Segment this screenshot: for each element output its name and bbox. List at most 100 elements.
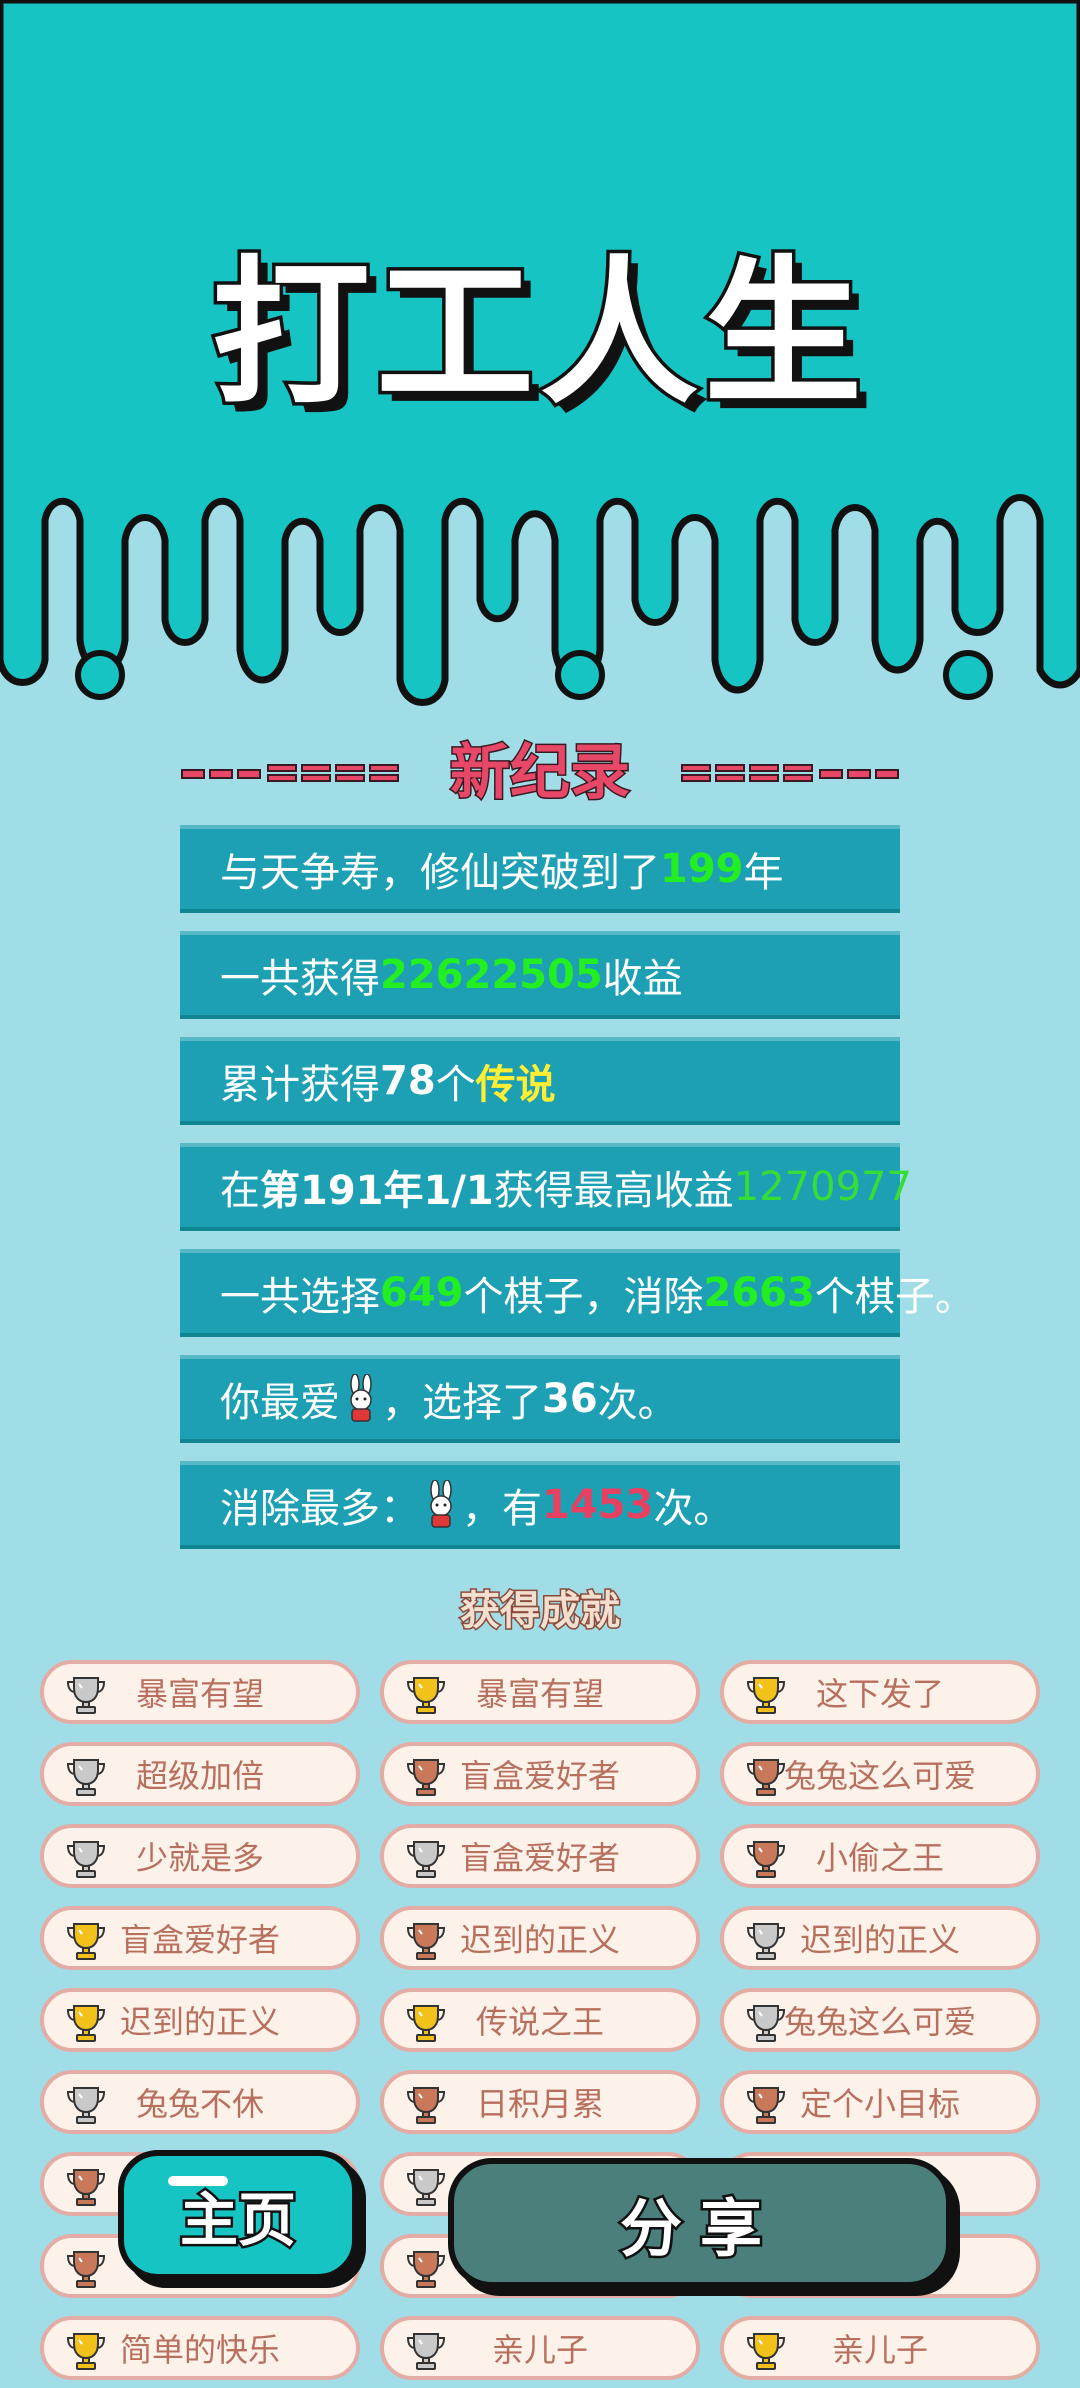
achievement-badge: 暴富有望	[40, 1660, 360, 1724]
achievement-badge: 兔兔这么可爱	[720, 1742, 1040, 1806]
record-value: 1453	[542, 1482, 654, 1528]
achievement-label: 亲儿子	[491, 2331, 588, 2369]
record-date: 第191年1/1	[260, 1168, 494, 1214]
record-text: 一共获得	[220, 956, 380, 1002]
trophy-icon	[746, 2087, 786, 2124]
record-row-income: 一共获得 22622505 收益	[180, 931, 900, 1019]
trophy-icon	[66, 1759, 106, 1796]
achievement-badge: 亲儿子	[720, 2316, 1040, 2380]
trophy-icon	[406, 1923, 446, 1960]
achievement-badge: 盲盒爱好者	[380, 1742, 700, 1806]
trophy-icon	[406, 2333, 446, 2370]
trophy-icon	[746, 1759, 786, 1796]
share-button[interactable]: 分享	[448, 2158, 952, 2288]
dash-decoration-right	[681, 763, 899, 782]
record-text: 个棋子，消除	[463, 1274, 704, 1320]
record-text: ，选择了	[382, 1380, 542, 1426]
achievement-label: 暴富有望	[135, 1675, 264, 1713]
trophy-icon	[746, 1923, 786, 1960]
achievement-badge: 盲盒爱好者	[380, 1824, 700, 1888]
achievement-label: 迟到的正义	[119, 2003, 280, 2041]
record-value-2: 2663	[703, 1270, 815, 1316]
record-value: 1270977	[733, 1164, 912, 1210]
trophy-icon	[406, 2087, 446, 2124]
trophy-icon	[406, 2169, 446, 2206]
achievement-label: 盲盒爱好者	[459, 1757, 620, 1795]
record-text: 个	[435, 1062, 476, 1108]
achievement-badge: 盲盒爱好者	[40, 1906, 360, 1970]
achievement-badge: 迟到的正义	[40, 1988, 360, 2052]
achievement-badge: 少就是多	[40, 1824, 360, 1888]
record-text: 累计获得	[220, 1062, 380, 1108]
achievement-badge: 兔兔这么可爱	[720, 1988, 1040, 2052]
trophy-icon	[66, 1923, 106, 1960]
achievement-label: 日积月累	[475, 2085, 604, 2123]
record-row-lifespan: 与天争寿，修仙突破到了 199 年	[180, 825, 900, 913]
record-text: ，有	[462, 1486, 542, 1532]
trophy-icon	[746, 1841, 786, 1878]
share-button-label: 分享	[617, 2190, 780, 2268]
button-shine	[168, 2176, 228, 2186]
bunny-icon	[350, 1374, 372, 1422]
achievement-badge: 亲儿子	[380, 2316, 700, 2380]
achievement-label: 盲盒爱好者	[119, 1921, 280, 1959]
achievement-label: 少就是多	[135, 1839, 264, 1877]
achievement-label: 迟到的正义	[799, 1921, 960, 1959]
record-text: 次。	[597, 1380, 678, 1426]
trophy-icon	[746, 1677, 786, 1714]
record-text: 获得最高收益	[493, 1168, 734, 1214]
trophy-icon	[406, 2251, 446, 2288]
achievement-label: 兔兔不休	[135, 2085, 264, 2123]
record-value: 78	[380, 1058, 436, 1104]
record-list: 与天争寿，修仙突破到了 199 年 一共获得 22622505 收益 累计获得 78 个传说…	[180, 825, 975, 1567]
achievements-title: 获得成就	[459, 1587, 622, 1636]
record-value: 36	[542, 1376, 598, 1422]
achievement-badge: 兔兔不休	[40, 2070, 360, 2134]
trophy-icon	[406, 2005, 446, 2042]
achievement-badge: 传说之王	[380, 1988, 700, 2052]
achievement-label: 超级加倍	[135, 1757, 264, 1795]
trophy-icon	[406, 1677, 446, 1714]
record-text: 一共选择	[220, 1274, 380, 1320]
record-row-top-income: 在 第191年1/1 获得最高收益 1270977	[180, 1143, 912, 1231]
achievement-label: 亲儿子	[831, 2331, 928, 2369]
trophy-icon	[406, 1759, 446, 1796]
trophy-icon	[66, 1841, 106, 1878]
record-value: 22622505	[380, 952, 603, 998]
achievement-badge: 日积月累	[380, 2070, 700, 2134]
record-row-favorite: 你最爱 ，选择了 36 次。	[180, 1355, 900, 1443]
achievement-badge: 超级加倍	[40, 1742, 360, 1806]
trophy-icon	[66, 2251, 106, 2288]
record-value: 649	[380, 1270, 464, 1316]
new-record-title: 新纪录	[449, 737, 632, 808]
record-row-legend: 累计获得 78 个传说	[180, 1037, 900, 1125]
record-text: 次。	[653, 1486, 734, 1532]
record-text: 在	[220, 1168, 260, 1214]
home-button[interactable]: 主页	[118, 2150, 358, 2280]
achievement-badge: 这下发了	[720, 1660, 1040, 1724]
bunny-icon	[430, 1480, 452, 1528]
app-title: 打工人生	[209, 242, 868, 426]
achievement-badge: 简单的快乐	[40, 2316, 360, 2380]
achievement-label: 兔兔这么可爱	[783, 2003, 976, 2041]
achievement-badge: 小偷之王	[720, 1824, 1040, 1888]
achievement-label: 兔兔这么可爱	[783, 1757, 976, 1795]
trophy-icon	[746, 2005, 786, 2042]
achievement-label: 小偷之王	[815, 1839, 944, 1877]
achievement-badge: 定个小目标	[720, 2070, 1040, 2134]
achievement-label: 定个小目标	[799, 2085, 960, 2123]
achievement-badge: 迟到的正义	[720, 1906, 1040, 1970]
new-record-header: 新纪录	[180, 735, 900, 810]
record-row-most-eliminated: 消除最多： ，有 1453 次。	[180, 1461, 900, 1549]
dash-decoration-left	[181, 763, 399, 782]
record-text: 收益	[602, 956, 683, 1002]
record-text: 与天争寿，修仙突破到了	[220, 850, 660, 896]
achievement-badge: 迟到的正义	[380, 1906, 700, 1970]
achievement-label: 暴富有望	[475, 1675, 604, 1713]
achievement-label: 传说之王	[475, 2003, 604, 2041]
trophy-icon	[406, 1841, 446, 1878]
achievement-label: 迟到的正义	[459, 1921, 620, 1959]
record-text: 你最爱	[220, 1380, 340, 1426]
record-text: 消除最多：	[220, 1486, 420, 1532]
trophy-icon	[66, 2087, 106, 2124]
